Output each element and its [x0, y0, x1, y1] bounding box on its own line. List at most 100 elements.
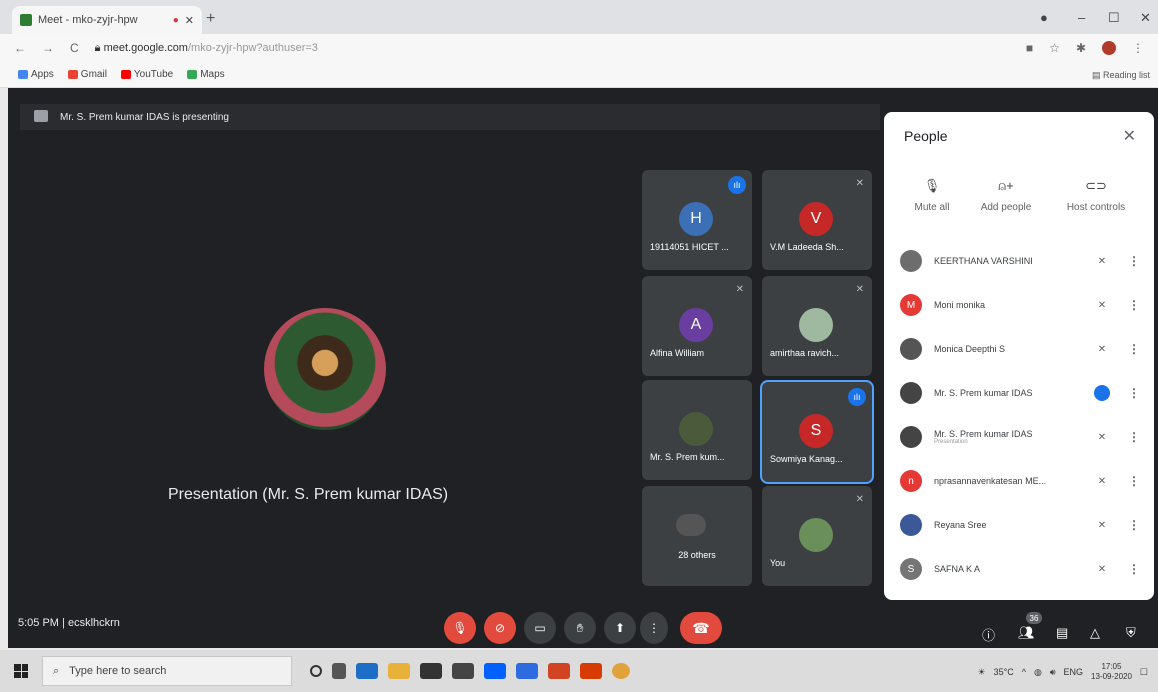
maximize-button[interactable]: ☐	[1108, 10, 1120, 26]
new-tab-button[interactable]: +	[206, 10, 215, 28]
windows-start-icon[interactable]	[14, 664, 28, 678]
reload-icon[interactable]: C	[70, 41, 79, 55]
more-vert-icon[interactable]: ⋮	[1112, 254, 1140, 268]
maps-icon	[187, 69, 198, 79]
activities-icon[interactable]: △	[1090, 625, 1100, 641]
tile-name: 28 others	[678, 550, 716, 560]
forward-icon[interactable]: →	[42, 41, 54, 55]
star-icon[interactable]: ☆	[1049, 41, 1060, 55]
mic-off-icon[interactable]: ✕	[1092, 256, 1112, 267]
office-icon[interactable]	[580, 663, 602, 679]
clock[interactable]: 17:05 13-09-2020	[1091, 662, 1132, 682]
security-icon[interactable]: ⛨	[1126, 625, 1136, 641]
avatar-group	[676, 514, 706, 536]
end-call-button[interactable]: ☎︎	[680, 612, 722, 644]
mic-off-icon[interactable]: ✕	[1092, 564, 1112, 575]
close-icon[interactable]: ✕	[1123, 126, 1136, 146]
notification-icon[interactable]: ☐	[1140, 667, 1148, 678]
mic-off-icon[interactable]: ✕	[1092, 476, 1112, 487]
cortana-icon[interactable]	[310, 665, 322, 677]
more-vert-icon[interactable]: ⋮	[1112, 386, 1140, 400]
mic-off-icon[interactable]: ✕	[1092, 520, 1112, 531]
people-icon[interactable]: 👥︎	[1018, 625, 1035, 641]
file-explorer-icon[interactable]	[388, 663, 410, 679]
bookmark-gmail[interactable]: Gmail	[67, 69, 107, 80]
edge-icon[interactable]	[356, 663, 378, 679]
extension-icon[interactable]: ✱	[1076, 41, 1086, 55]
close-window-button[interactable]: ✕	[1140, 10, 1151, 26]
list-item[interactable]: n nprasannavenkatesan ME... ✕ ⋮	[900, 466, 1140, 496]
list-item[interactable]: M Moni monika ✕ ⋮	[900, 290, 1140, 320]
mic-toggle-button[interactable]: 🎙︎	[444, 612, 476, 644]
host-controls-button[interactable]: ⊂⊃ Host controls	[1056, 178, 1136, 213]
add-people-button[interactable]: ⍝+ Add people	[966, 178, 1046, 213]
dropbox-icon[interactable]	[484, 663, 506, 679]
mic-off-icon[interactable]: ✕	[1092, 300, 1112, 311]
powerpoint-icon[interactable]	[548, 663, 570, 679]
more-vert-icon[interactable]: ⋮	[1112, 298, 1140, 312]
participant-subtitle: Presentation	[934, 439, 968, 445]
chat-icon[interactable]: ▤	[1056, 625, 1068, 641]
app-icon[interactable]	[516, 663, 538, 679]
participant-tile[interactable]: ✕ A Alfina William	[642, 276, 752, 376]
camera-icon[interactable]: ■	[1026, 41, 1033, 55]
reading-list-button[interactable]: ▤ Reading list	[1092, 70, 1150, 81]
more-vert-icon[interactable]: ⋮	[1112, 562, 1140, 576]
volume-icon[interactable]: 🔊︎	[1050, 667, 1056, 678]
info-icon[interactable]: ⓘ	[982, 625, 995, 644]
more-options-button[interactable]: ⋮	[640, 612, 668, 644]
participant-tile[interactable]: Mr. S. Prem kum...	[642, 380, 752, 480]
list-item[interactable]: Mr. S. Prem kumar IDAS ⋮	[900, 378, 1140, 408]
language[interactable]: ENG	[1063, 667, 1083, 677]
browser-tab[interactable]: Meet - mko-zyjr-hpw ● ✕	[12, 6, 202, 34]
avatar	[799, 518, 833, 552]
taskbar-search-input[interactable]: ⌕ Type here to search	[42, 656, 292, 686]
camera-toggle-button[interactable]: ⊘	[484, 612, 516, 644]
mic-off-icon[interactable]: ✕	[1092, 344, 1112, 355]
self-tile[interactable]: ✕ You	[762, 486, 872, 586]
mute-all-button[interactable]: 🎙︎ Mute all	[892, 178, 972, 213]
avatar: A	[679, 308, 713, 342]
back-icon[interactable]: ←	[14, 41, 26, 55]
list-item[interactable]: Monica Deepthi S ✕ ⋮	[900, 334, 1140, 364]
store-icon[interactable]	[420, 663, 442, 679]
more-vert-icon: ⋮	[648, 621, 660, 635]
participant-tile[interactable]: ✕ V V.M Ladeeda Sh...	[762, 170, 872, 270]
list-item[interactable]: Reyana Sree ✕ ⋮	[900, 510, 1140, 540]
others-tile[interactable]: 28 others	[642, 486, 752, 586]
more-vert-icon[interactable]: ⋮	[1112, 518, 1140, 532]
menu-icon[interactable]: ⋮	[1132, 41, 1144, 55]
search-placeholder: Type here to search	[69, 665, 167, 677]
participant-tile[interactable]: ılı H 19114051 HICET ...	[642, 170, 752, 270]
bookmark-apps[interactable]: Apps	[18, 69, 54, 80]
meeting-separator: |	[62, 617, 65, 629]
tab-title: Meet - mko-zyjr-hpw	[38, 14, 138, 26]
more-vert-icon[interactable]: ⋮	[1112, 474, 1140, 488]
chevron-up-icon[interactable]: ^	[1022, 667, 1026, 677]
more-vert-icon[interactable]: ⋮	[1112, 342, 1140, 356]
bookmark-maps[interactable]: Maps	[187, 69, 225, 80]
task-view-icon[interactable]	[332, 663, 346, 679]
presentation-icon	[34, 110, 48, 122]
list-item[interactable]: KEERTHANA VARSHINI ✕ ⋮	[900, 246, 1140, 276]
profile-dot-icon[interactable]: ●	[1040, 10, 1048, 25]
avatar[interactable]	[1102, 41, 1116, 55]
captions-button[interactable]: ▭	[524, 612, 556, 644]
minimize-button[interactable]: –	[1078, 10, 1085, 25]
network-icon[interactable]: ◍	[1034, 667, 1042, 678]
participant-name: Moni monika	[934, 300, 986, 310]
tab-close-icon[interactable]: ✕	[185, 14, 194, 27]
more-vert-icon[interactable]: ⋮	[1112, 430, 1140, 444]
raise-hand-button[interactable]: ✋︎	[564, 612, 596, 644]
mic-off-icon[interactable]: ✕	[1092, 432, 1112, 443]
list-item[interactable]: S SAFNA K A ✕ ⋮	[900, 554, 1140, 584]
chrome-icon[interactable]	[612, 663, 630, 679]
mail-icon[interactable]	[452, 663, 474, 679]
participant-tile[interactable]: ✕ amirthaa ravich...	[762, 276, 872, 376]
avatar	[900, 338, 922, 360]
bookmark-youtube[interactable]: YouTube	[120, 69, 173, 80]
list-item[interactable]: Mr. S. Prem kumar IDAS Presentation ✕ ⋮	[900, 422, 1140, 452]
url-field[interactable]: 🔒︎ meet.google.com/mko-zyjr-hpw?authuser…	[95, 42, 1010, 55]
present-button[interactable]: ⬆	[604, 612, 636, 644]
participant-tile-active[interactable]: ılı S Sowmiya Kanag...	[760, 380, 874, 484]
